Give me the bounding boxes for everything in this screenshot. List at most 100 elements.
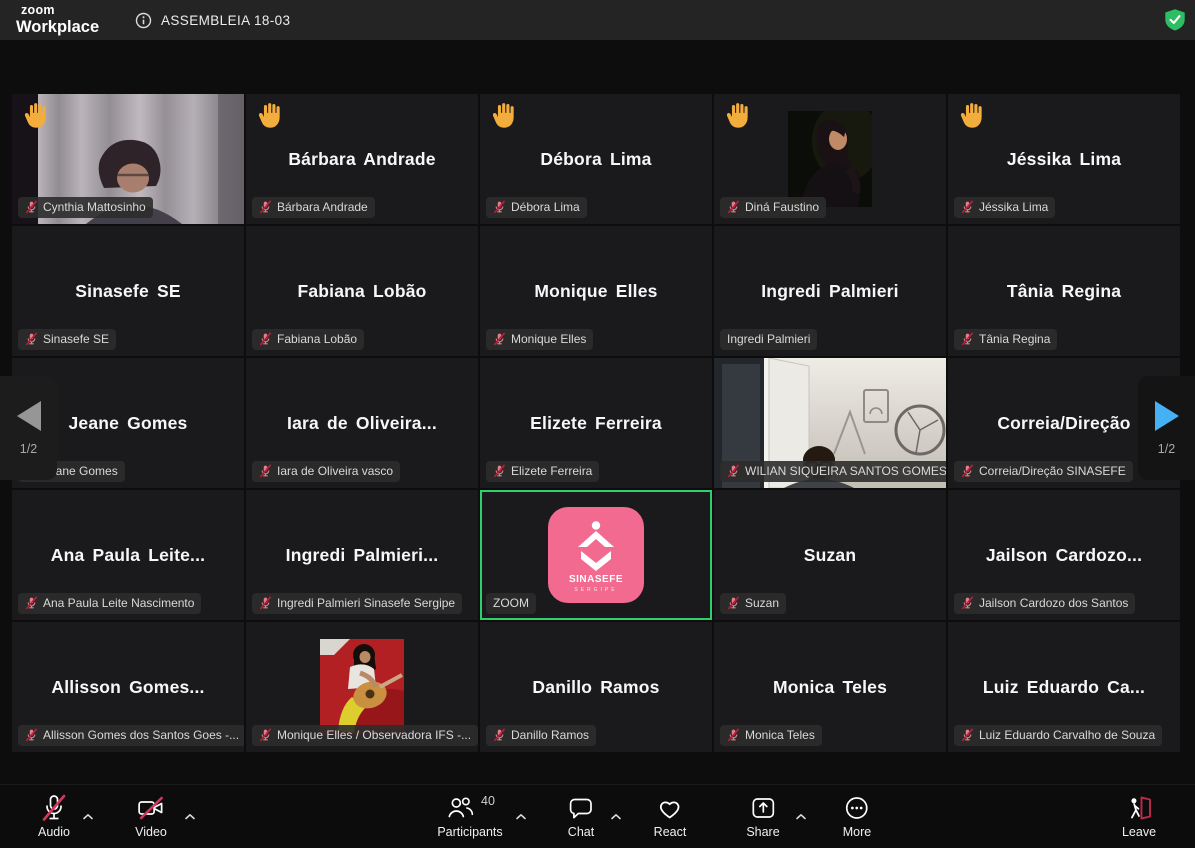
participant-tile-17[interactable]: Ingredi Palmieri... Ingredi Palmieri Sin…	[246, 490, 478, 620]
muted-mic-icon	[727, 596, 740, 610]
meeting-info: ASSEMBLEIA 18-03	[135, 0, 290, 40]
participant-label-text: Diná Faustino	[745, 200, 819, 214]
chat-button[interactable]: Chat	[568, 793, 594, 839]
participant-tile-1[interactable]: Cynthia Mattosinho	[12, 94, 244, 224]
participant-tile-4[interactable]: Diná Faustino	[714, 94, 946, 224]
raised-hand-glyph	[490, 101, 516, 129]
leave-button[interactable]: Leave	[1122, 793, 1156, 839]
participant-tile-9[interactable]: Ingredi PalmieriIngredi Palmieri	[714, 226, 946, 356]
meeting-title: ASSEMBLEIA 18-03	[161, 13, 290, 28]
participant-tile-16[interactable]: Ana Paula Leite... Ana Paula Leite Nasci…	[12, 490, 244, 620]
participant-name-label: Monica Teles	[720, 725, 822, 746]
participant-label-text: Tânia Regina	[979, 332, 1050, 346]
heart-icon	[656, 793, 684, 823]
participant-tile-5[interactable]: Jéssika Lima Jéssika Lima	[948, 94, 1180, 224]
participant-label-text: Allisson Gomes dos Santos Goes -...	[43, 728, 239, 742]
participant-label-text: Ingredi Palmieri	[727, 332, 810, 346]
participant-tile-23[interactable]: Danillo Ramos Danillo Ramos	[480, 622, 712, 752]
share-options-chevron[interactable]	[796, 807, 807, 817]
next-page-button[interactable]: 1/2	[1138, 376, 1195, 480]
share-screen-icon	[749, 793, 777, 823]
participant-tile-19[interactable]: Suzan Suzan	[714, 490, 946, 620]
participant-tile-24[interactable]: Monica Teles Monica Teles	[714, 622, 946, 752]
react-button[interactable]: React	[654, 793, 687, 839]
participant-tile-21[interactable]: Allisson Gomes... Allisson Gomes dos San…	[12, 622, 244, 752]
audio-options-chevron[interactable]	[83, 807, 94, 817]
participant-tile-20[interactable]: Jailson Cardozo... Jailson Cardozo dos S…	[948, 490, 1180, 620]
participant-name-label: Monique Elles / Observadora IFS -...	[252, 725, 478, 746]
svg-text:SERGIPE: SERGIPE	[574, 587, 617, 593]
participant-label-text: WILIAN SIQUEIRA SANTOS GOMES	[745, 464, 946, 478]
participant-tile-12[interactable]: Iara de Oliveira... Iara de Oliveira vas…	[246, 358, 478, 488]
participant-tile-6[interactable]: Sinasefe SE Sinasefe SE	[12, 226, 244, 356]
sinasefe-logo-avatar: SINASEFE SERGIPE	[548, 507, 644, 603]
participant-label-text: Jailson Cardozo dos Santos	[979, 596, 1128, 610]
participant-label-text: Suzan	[745, 596, 779, 610]
muted-mic-icon	[727, 200, 740, 214]
participant-tile-2[interactable]: Bárbara Andrade Bárbara Andrade	[246, 94, 478, 224]
profile-photo	[788, 111, 872, 207]
logo-workplace-text: Workplace	[16, 19, 99, 36]
participants-icon	[445, 793, 475, 823]
participant-name-label: Ingredi Palmieri Sinasefe Sergipe	[252, 593, 462, 614]
participant-name-label: Diná Faustino	[720, 197, 826, 218]
video-options-chevron[interactable]	[185, 807, 196, 817]
participant-name-label: Jailson Cardozo dos Santos	[954, 593, 1135, 614]
participant-name-label: Débora Lima	[486, 197, 587, 218]
raised-hand-glyph	[958, 101, 984, 129]
leave-door-icon	[1124, 793, 1154, 823]
raised-hand-icon	[724, 101, 750, 129]
muted-mic-icon	[727, 464, 740, 478]
participant-label-text: Monique Elles	[511, 332, 586, 346]
participant-label-text: Monique Elles / Observadora IFS -...	[277, 728, 471, 742]
participant-tile-7[interactable]: Fabiana Lobão Fabiana Lobão	[246, 226, 478, 356]
participant-name-label: Elizete Ferreira	[486, 461, 599, 482]
muted-mic-icon	[961, 728, 974, 742]
participant-tile-8[interactable]: Monique Elles Monique Elles	[480, 226, 712, 356]
participants-count-badge: 40	[481, 794, 495, 808]
participant-tile-18[interactable]: SINASEFE SERGIPEZOOM	[480, 490, 712, 620]
raised-hand-icon	[256, 101, 282, 129]
participants-button[interactable]: 40 Participants	[437, 793, 502, 839]
participant-label-text: Danillo Ramos	[511, 728, 589, 742]
video-button[interactable]: Video	[135, 793, 167, 839]
logo-zoom-text: zoom	[21, 4, 99, 17]
raised-hand-icon	[22, 101, 48, 129]
participant-tile-14[interactable]: WILIAN SIQUEIRA SANTOS GOMES	[714, 358, 946, 488]
muted-mic-icon	[493, 200, 506, 214]
raised-hand-icon	[490, 101, 516, 129]
muted-mic-icon	[961, 200, 974, 214]
page-indicator: 1/2	[20, 442, 37, 456]
raised-hand-glyph	[256, 101, 282, 129]
participant-tile-3[interactable]: Débora Lima Débora Lima	[480, 94, 712, 224]
microphone-muted-icon	[40, 793, 68, 823]
muted-mic-icon	[25, 332, 38, 346]
raised-hand-glyph	[724, 101, 750, 129]
previous-page-arrow-icon	[17, 401, 41, 431]
muted-mic-icon	[727, 728, 740, 742]
participant-label-text: Ana Paula Leite Nascimento	[43, 596, 194, 610]
participant-name-label: Bárbara Andrade	[252, 197, 375, 218]
participant-label-text: Débora Lima	[511, 200, 580, 214]
more-button[interactable]: More	[843, 793, 871, 839]
participant-tile-22[interactable]: Monique Elles / Observadora IFS -...	[246, 622, 478, 752]
meeting-toolbar: Audio Video 40	[0, 784, 1195, 848]
muted-mic-icon	[25, 596, 38, 610]
share-button[interactable]: Share	[746, 793, 779, 839]
participants-options-chevron[interactable]	[516, 807, 527, 817]
participant-name-label: Fabiana Lobão	[252, 329, 364, 350]
participant-tile-25[interactable]: Luiz Eduardo Ca... Luiz Eduardo Carvalho…	[948, 622, 1180, 752]
participant-label-text: Correia/Direção SINASEFE	[979, 464, 1126, 478]
previous-page-button[interactable]: 1/2	[0, 376, 57, 480]
participant-label-text: Fabiana Lobão	[277, 332, 357, 346]
participant-name-label: Iara de Oliveira vasco	[252, 461, 400, 482]
participant-tile-13[interactable]: Elizete Ferreira Elizete Ferreira	[480, 358, 712, 488]
participant-tile-10[interactable]: Tânia Regina Tânia Regina	[948, 226, 1180, 356]
info-icon[interactable]	[135, 12, 152, 29]
chat-options-chevron[interactable]	[611, 807, 622, 817]
participant-label-text: Cynthia Mattosinho	[43, 200, 146, 214]
muted-mic-icon	[25, 200, 38, 214]
audio-button[interactable]: Audio	[38, 793, 70, 839]
security-shield-icon[interactable]	[1164, 8, 1186, 32]
participant-name-label: Allisson Gomes dos Santos Goes -...	[18, 725, 244, 746]
